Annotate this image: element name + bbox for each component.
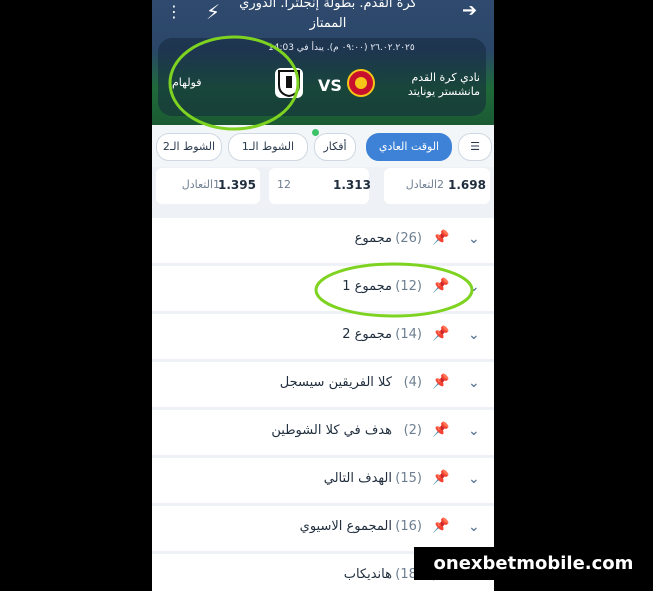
watermark: onexbetmobile.com <box>414 547 653 580</box>
highlight-annotations <box>168 35 474 318</box>
highlight-circle-total1 <box>314 262 474 318</box>
highlight-circle-team <box>168 35 300 131</box>
